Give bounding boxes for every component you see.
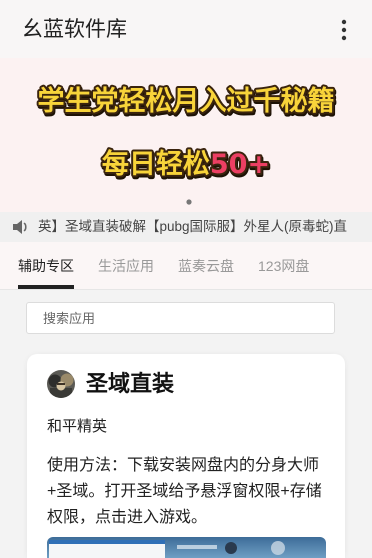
app-bar: 幺蓝软件库 — [0, 0, 372, 58]
app-category: 和平精英 — [47, 418, 108, 435]
screenshot-button — [225, 542, 237, 554]
tab-lanzou-cloud[interactable]: 蓝奏云盘 — [178, 256, 234, 276]
app-description-line: +圣域。打开圣域给予悬浮窗权限+存储 — [47, 483, 322, 500]
app-card[interactable]: 圣域直装 和平精英 使用方法：下载安装网盘内的分身大师 +圣域。打开圣域给予悬浮… — [27, 354, 345, 558]
notice-bar[interactable]: 英】圣域直装破解【pubg国际服】外星人(原毒蛇)直 — [0, 212, 372, 242]
banner-line1: 学生党轻松月入过千秘籍 — [38, 85, 335, 117]
tab-assist-zone[interactable]: 辅助专区 — [18, 256, 74, 289]
screenshot-dialog-panel — [49, 540, 165, 558]
app-description-line: 使用方法：下载安装网盘内的分身大师 — [47, 457, 320, 474]
screenshot-bar — [177, 545, 217, 549]
screenshot-button — [271, 541, 285, 555]
app-description: 使用方法：下载安装网盘内的分身大师 +圣域。打开圣域给予悬浮窗权限+存储 权限，… — [47, 453, 326, 531]
app-description-line: 权限，点击进入游戏。 — [47, 509, 208, 526]
tab-life-apps[interactable]: 生活应用 — [98, 256, 154, 276]
promo-banner[interactable]: 学生党轻松月入过千秘籍 每日轻松50+ — [0, 58, 372, 212]
banner-line2-highlight: 50+ — [210, 149, 270, 180]
app-avatar-icon — [47, 370, 75, 398]
banner-line2: 每日轻松50+ — [102, 148, 270, 180]
carousel-indicator-dot[interactable] — [186, 199, 192, 205]
speaker-icon — [12, 219, 30, 235]
more-vert-icon[interactable] — [334, 17, 354, 43]
banner-line2-text: 每日轻松 — [102, 148, 210, 180]
tab-123-pan[interactable]: 123网盘 — [258, 256, 309, 276]
notice-text: 英】圣域直装破解【pubg国际服】外星人(原毒蛇)直 — [38, 219, 348, 234]
app-title: 幺蓝软件库 — [22, 18, 127, 41]
game-screenshot-image — [47, 537, 326, 558]
search-input[interactable] — [26, 302, 335, 334]
app-title: 圣域直装 — [86, 371, 175, 396]
category-tabs: 辅助专区 生活应用 蓝奏云盘 123网盘 — [0, 242, 372, 290]
